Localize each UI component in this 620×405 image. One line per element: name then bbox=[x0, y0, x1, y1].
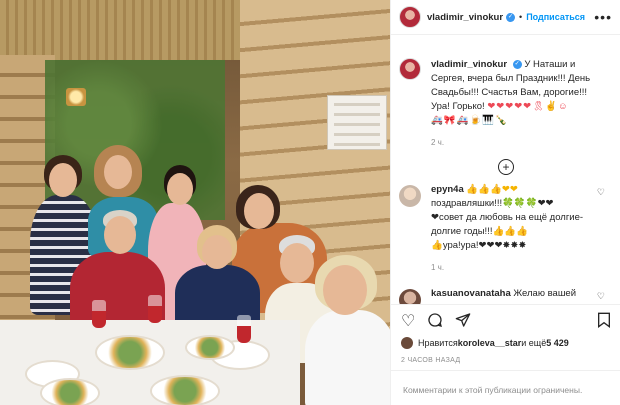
comment-text: epyn4a 👍👍👍❤❤ поздравляшки!!!🍀🍀🍀❤❤ ❤совет… bbox=[431, 183, 601, 275]
comment-item: kasuanovanataha Желаю вашей ♡ bbox=[391, 287, 620, 304]
verified-badge-icon: ✓ bbox=[506, 12, 516, 22]
comment-username[interactable]: kasuanovanataha bbox=[431, 288, 511, 299]
comment-line: 👍👍👍❤❤ bbox=[466, 184, 518, 195]
avatar bbox=[401, 337, 413, 349]
salad-plate bbox=[95, 335, 165, 370]
verified-badge-icon: ✓ bbox=[512, 59, 522, 69]
comments-list[interactable]: vladimir_vinokur ✓ У Наташи и Сергея, вч… bbox=[391, 36, 620, 304]
caption-username[interactable]: vladimir_vinokur bbox=[431, 59, 507, 70]
comment-time: 1 ч. bbox=[431, 263, 445, 272]
comments-disabled-notice: Комментарии к этой публикации ограничены… bbox=[391, 370, 620, 405]
separator-dot: • bbox=[519, 12, 523, 22]
likes-count[interactable]: 5 429 bbox=[546, 338, 569, 348]
likes-summary[interactable]: Нравится koroleva__star и ещё 5 429 bbox=[401, 337, 569, 349]
food-plate bbox=[150, 375, 220, 405]
likes-user[interactable]: koroleva__star bbox=[458, 338, 522, 348]
instagram-post: vladimir_vinokur ✓ • Подписаться ••• vla… bbox=[0, 0, 620, 405]
air-conditioner bbox=[327, 95, 387, 150]
avatar[interactable] bbox=[399, 289, 421, 304]
caption-time: 2 ч. bbox=[431, 138, 445, 147]
food-plate bbox=[40, 378, 100, 405]
avatar[interactable] bbox=[399, 6, 421, 28]
comment-line: ❤совет да любовь на ещё долгие-долгие го… bbox=[431, 212, 584, 237]
wall-lamp bbox=[66, 88, 86, 106]
wine-glass bbox=[237, 315, 251, 343]
action-bar: ♡ bbox=[391, 304, 620, 338]
caption-emoji-line-1: ❤❤❤❤❤🎗✌☺ bbox=[487, 101, 569, 112]
wine-glass bbox=[92, 300, 106, 328]
share-icon[interactable] bbox=[455, 312, 471, 332]
likes-and: и ещё bbox=[521, 338, 547, 348]
avatar[interactable] bbox=[399, 58, 421, 80]
post-photo[interactable] bbox=[0, 0, 390, 405]
comment-line: Желаю вашей bbox=[513, 288, 577, 299]
comment-text: kasuanovanataha Желаю вашей bbox=[431, 287, 601, 304]
comment-item: epyn4a 👍👍👍❤❤ поздравляшки!!!🍀🍀🍀❤❤ ❤совет… bbox=[391, 183, 620, 275]
like-heart-icon[interactable]: ♡ bbox=[401, 313, 415, 330]
comment-icon[interactable] bbox=[427, 312, 443, 332]
like-comment-heart-icon[interactable]: ♡ bbox=[597, 187, 605, 198]
like-comment-heart-icon[interactable]: ♡ bbox=[597, 291, 605, 302]
caption: vladimir_vinokur ✓ У Наташи и Сергея, вч… bbox=[391, 36, 620, 150]
comment-line: поздравляшки!!!🍀🍀🍀❤❤ bbox=[431, 198, 554, 209]
post-time[interactable]: 2 ЧАСОВ НАЗАД bbox=[401, 357, 460, 364]
header-username[interactable]: vladimir_vinokur bbox=[427, 12, 503, 23]
likes-prefix: Нравится bbox=[418, 338, 458, 348]
comment-line: 👍ура!ура!❤❤❤✸✸✸ bbox=[431, 240, 527, 251]
food-plate bbox=[185, 335, 235, 360]
bookmark-icon[interactable] bbox=[597, 312, 611, 332]
more-options-icon[interactable]: ••• bbox=[594, 9, 612, 25]
follow-button[interactable]: Подписаться bbox=[526, 12, 585, 22]
load-more-comments-button[interactable]: + bbox=[498, 159, 514, 175]
post-header: vladimir_vinokur ✓ • Подписаться ••• bbox=[391, 0, 620, 35]
caption-emoji-line-2: 🚑🎀🚑🍺🎹🍾 bbox=[431, 115, 508, 126]
wine-glass bbox=[148, 295, 162, 323]
caption-text: vladimir_vinokur ✓ У Наташи и Сергея, вч… bbox=[431, 58, 601, 150]
avatar[interactable] bbox=[399, 185, 421, 207]
comment-username[interactable]: epyn4a bbox=[431, 184, 464, 195]
post-side-panel: vladimir_vinokur ✓ • Подписаться ••• vla… bbox=[390, 0, 620, 405]
load-more: + bbox=[391, 159, 620, 175]
